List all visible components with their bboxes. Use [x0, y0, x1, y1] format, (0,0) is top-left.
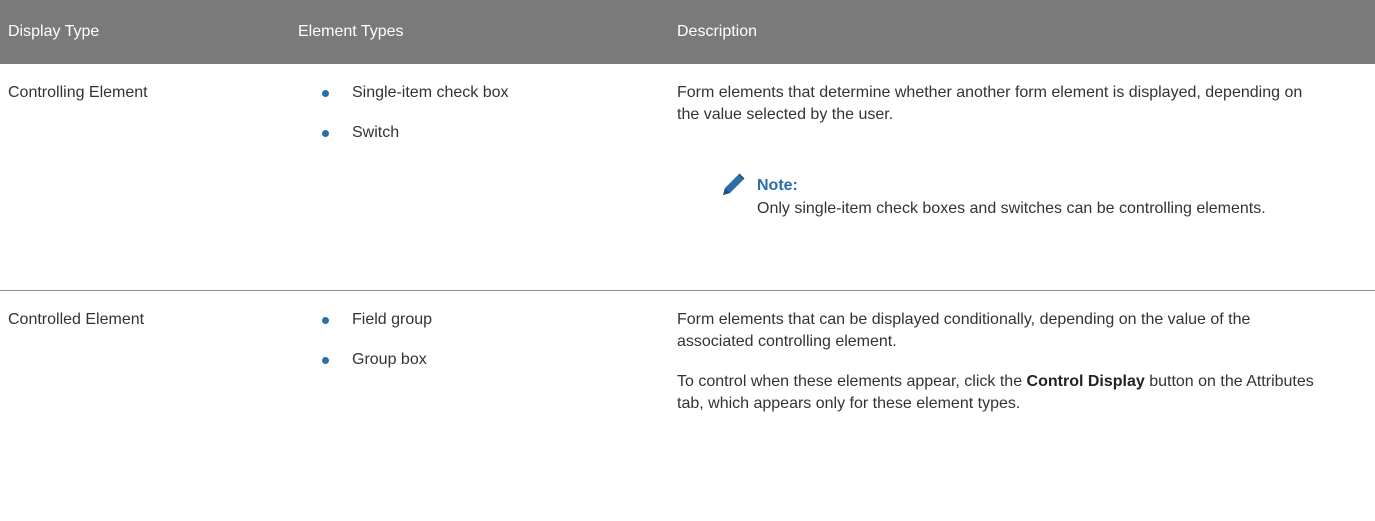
description-cell: Form elements that determine whether ano…: [668, 64, 1375, 290]
description-instructions: To control when these elements appear, c…: [677, 371, 1317, 415]
list-item-label: Field group: [352, 311, 433, 328]
element-types-cell: Single-item check box Switch: [289, 64, 668, 290]
display-type-table: Display Type Element Types Description C…: [0, 0, 1375, 521]
element-types-cell: Field group Group box: [289, 291, 668, 521]
list-item-label: Switch: [352, 124, 400, 141]
list-item-label: Single-item check box: [352, 84, 509, 101]
table-row: Controlling Element Single-item check bo…: [0, 64, 1375, 291]
header-description: Description: [677, 23, 758, 40]
bullet-icon: [322, 357, 329, 364]
pencil-icon: [723, 173, 745, 195]
element-types-list: Single-item check box Switch: [298, 82, 668, 144]
display-type-cell: Controlling Element: [8, 84, 148, 101]
control-display-label: Control Display: [1026, 373, 1145, 390]
description-text: Form elements that determine whether ano…: [677, 84, 1303, 123]
header-display-type: Display Type: [8, 23, 100, 40]
bullet-icon: [322, 90, 329, 97]
note-title: Note:: [757, 177, 798, 194]
note-callout: Note: Only single-item check boxes and s…: [717, 173, 1337, 221]
instructions-prefix: To control when these elements appear, c…: [677, 373, 1027, 390]
note-text: Only single-item check boxes and switche…: [757, 200, 1266, 217]
list-item: Field group: [322, 309, 668, 331]
element-types-list: Field group Group box: [298, 309, 668, 371]
display-type-cell: Controlled Element: [8, 311, 145, 328]
list-item: Group box: [322, 349, 668, 371]
table-header-row: Display Type Element Types Description: [0, 0, 1375, 64]
list-item: Single-item check box: [322, 82, 668, 104]
list-item-label: Group box: [352, 351, 427, 368]
bullet-icon: [322, 130, 329, 137]
description-cell: Form elements that can be displayed cond…: [668, 291, 1375, 521]
table-row: Controlled Element Field group Group box…: [0, 291, 1375, 521]
header-element-types: Element Types: [298, 23, 404, 40]
description-text: Form elements that can be displayed cond…: [677, 311, 1251, 350]
bullet-icon: [322, 317, 329, 324]
list-item: Switch: [322, 122, 668, 144]
